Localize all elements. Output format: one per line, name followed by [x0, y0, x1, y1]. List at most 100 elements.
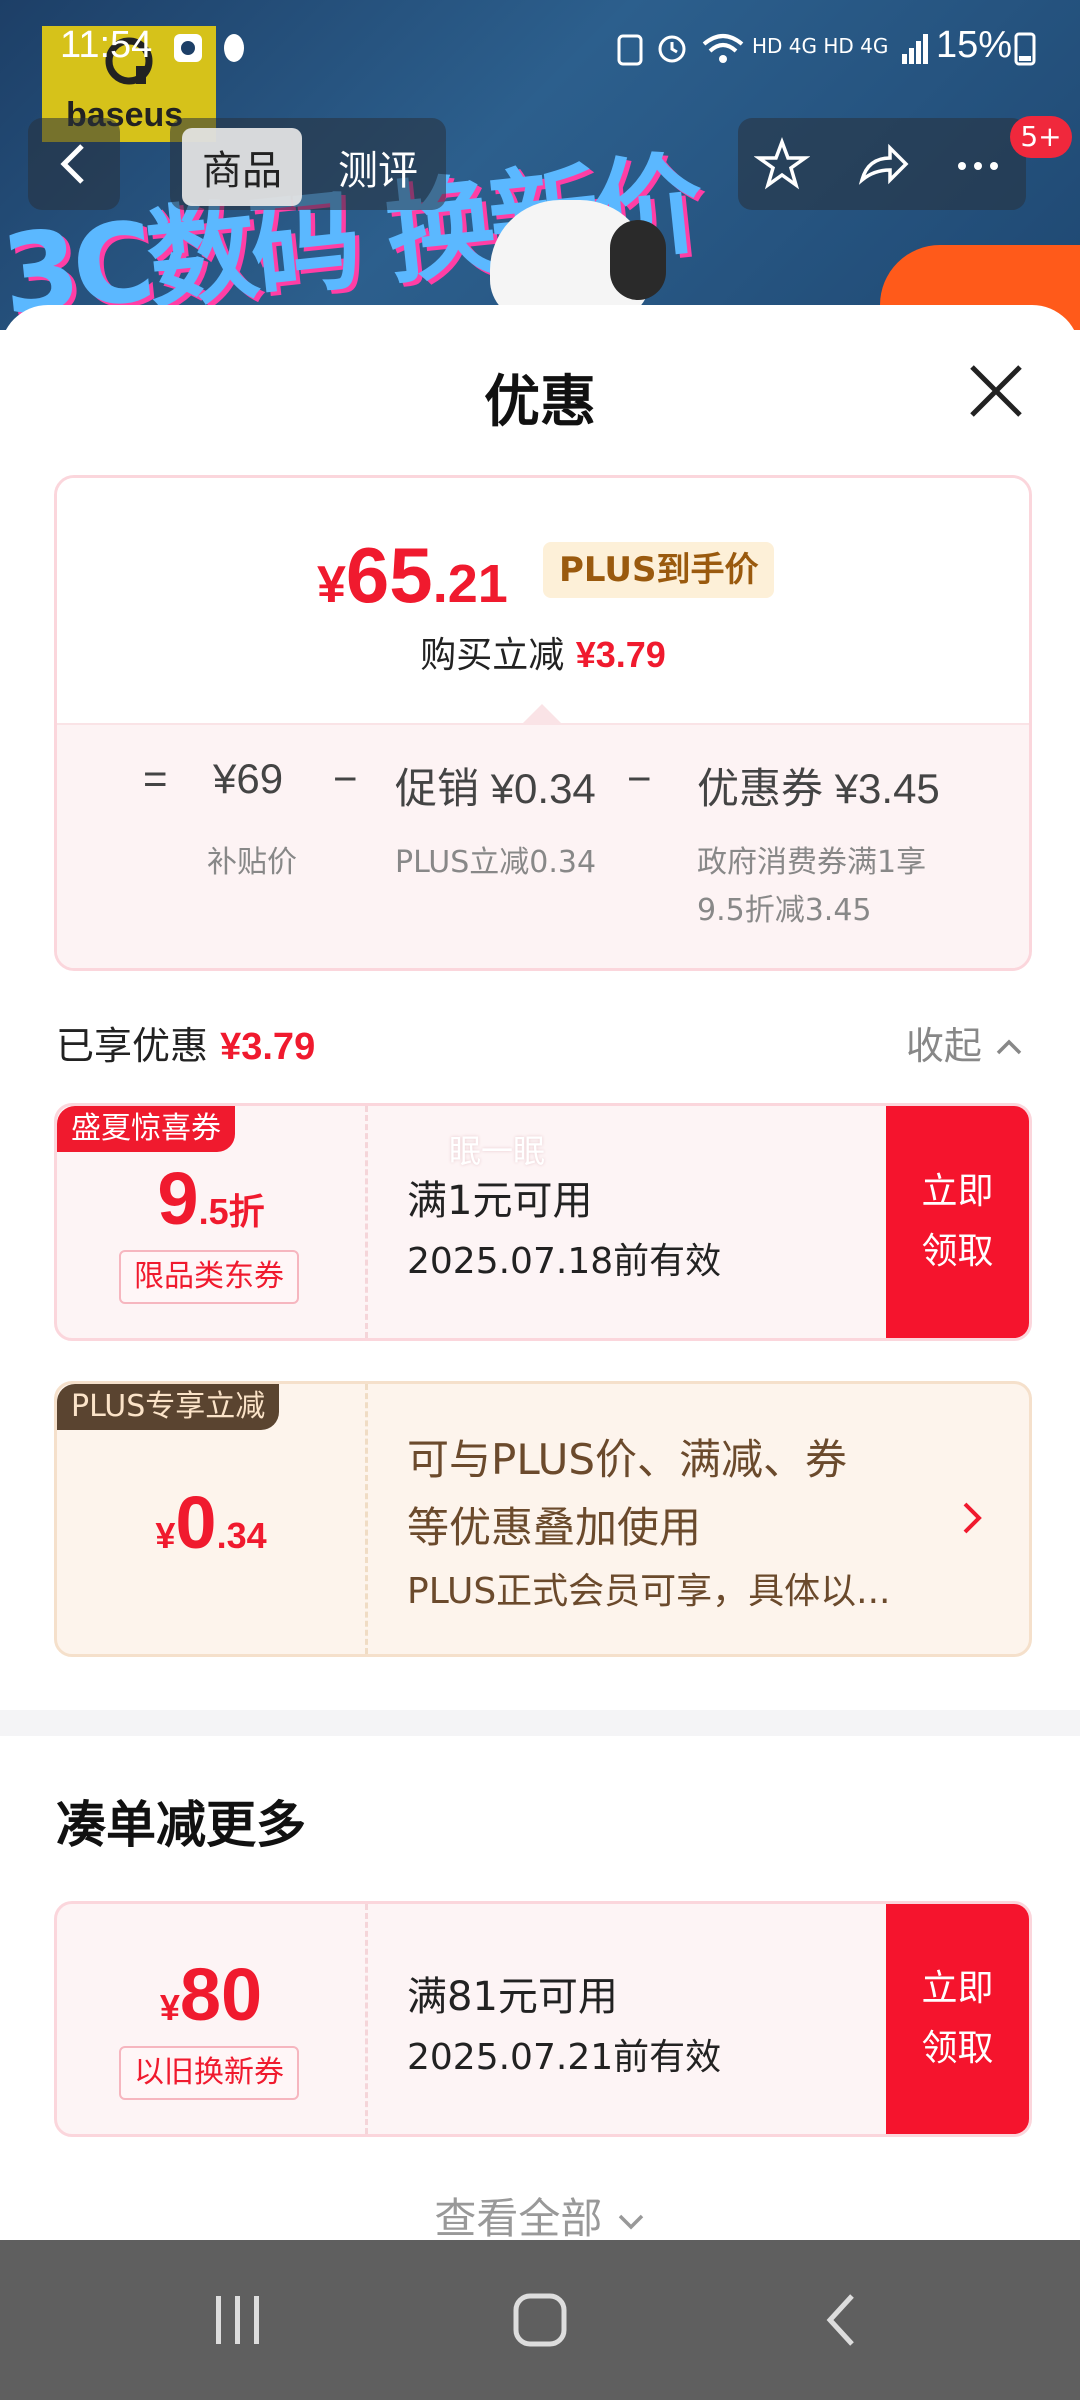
breakdown-coupon: 优惠券 ¥3.45: [697, 755, 940, 816]
breakdown-coupon-value: ¥3.45: [834, 765, 940, 812]
wifi-icon: [702, 34, 744, 63]
price-integer: 65: [345, 531, 433, 619]
view-all-button[interactable]: 查看全部: [0, 2185, 1080, 2246]
breakdown-promo-value: ¥0.34: [490, 765, 596, 812]
favorite-star-icon[interactable]: [754, 136, 810, 192]
breakdown-subsidy-value: ¥69: [213, 755, 284, 802]
battery-icon: [1014, 32, 1036, 66]
header-actions: [738, 118, 1026, 210]
coupon-discount: 9.5折: [57, 1156, 365, 1241]
tab-review[interactable]: 测评: [338, 138, 418, 196]
message-count-badge: 5+: [1010, 116, 1072, 158]
coupon-discount-main: 9: [157, 1157, 199, 1240]
chevron-up-icon: [996, 1039, 1022, 1055]
breakdown-op-equals: =: [143, 755, 168, 802]
trade-in-pill: 以旧换新券: [119, 2046, 299, 2100]
price-summary-top: ¥65.21 PLUS到手价 购买立减 ¥3.79: [57, 478, 1029, 724]
coupon-tag: PLUS专享立减: [57, 1384, 280, 1430]
trade-in-currency: ¥: [159, 1987, 180, 2028]
breakdown-promo-note: PLUS立减0.34: [395, 845, 597, 880]
enjoyed-label: 已享优惠: [56, 1024, 209, 1068]
trade-in-condition: 满81元可用: [407, 1974, 618, 2020]
coupon-divider: [365, 1384, 368, 1654]
instant-reduction-label: 购买立减: [420, 635, 565, 676]
plus-reduction-main: 0: [175, 1481, 217, 1564]
coupon-plus-exclusive[interactable]: PLUS专享立减 ¥0.34 可与PLUS价、满减、券 等优惠叠加使用 PLUS…: [54, 1381, 1032, 1657]
network-indicator: HD 4G HD 4G: [752, 34, 889, 58]
claim-button[interactable]: 立即 领取: [886, 1106, 1029, 1338]
final-price: ¥65.21: [317, 530, 508, 621]
breakdown-coupon-note: 政府消费券满1享: [697, 845, 927, 880]
claim-button-line2: 领取: [921, 1231, 994, 1272]
plus-desc-line2: 等优惠叠加使用: [407, 1503, 702, 1552]
plus-reduction-currency: ¥: [155, 1515, 176, 1556]
back-nav-icon[interactable]: [812, 2290, 872, 2350]
more-options-icon[interactable]: [950, 136, 1006, 192]
notification-app-icon: [174, 34, 202, 62]
alarm-icon: [658, 35, 686, 63]
back-arrow-icon: [60, 144, 84, 184]
coupon-tag: 盛夏惊喜券: [57, 1106, 235, 1152]
chevron-down-icon: [618, 2214, 643, 2230]
earbud-stem-image: [610, 220, 666, 300]
coupon-category-pill: 限品类东券: [119, 1250, 299, 1304]
status-time: 11:54: [60, 24, 153, 66]
coupon-trade-in: ¥80 以旧换新券 满81元可用 2025.07.21前有效 立即 领取: [54, 1901, 1032, 2137]
clipboard-icon: [617, 34, 643, 66]
coupon-discount-sub: .5折: [198, 1191, 265, 1232]
plus-reduction-sub: .34: [216, 1515, 267, 1556]
qq-penguin-icon: [224, 34, 244, 62]
signal-icon: [902, 34, 928, 64]
battery-percent: 15%: [936, 24, 1013, 66]
more-deals-title: 凑单减更多: [56, 1796, 306, 1854]
breakdown-coupon-note-2: 9.5折减3.45: [697, 893, 872, 928]
price-decimal: .21: [432, 554, 508, 614]
collapse-button[interactable]: 收起: [906, 1015, 1024, 1070]
sheet-title: 优惠: [484, 370, 596, 435]
breakdown-op-minus-1: −: [333, 755, 358, 802]
view-all-label: 查看全部: [434, 2194, 603, 2243]
close-icon[interactable]: [960, 355, 1032, 427]
claim-button-line1: 立即: [921, 1171, 994, 1212]
share-icon[interactable]: [854, 136, 910, 192]
enjoyed-amount: ¥3.79: [220, 1026, 316, 1068]
claim-button-line2: 领取: [921, 2028, 994, 2069]
system-nav-bar: [0, 2240, 1080, 2400]
price-summary-card: ¥65.21 PLUS到手价 购买立减 ¥3.79 = ¥69 补贴价 − 促销…: [54, 475, 1032, 971]
coupon-divider: [365, 1904, 368, 2134]
instant-reduction-amount: ¥3.79: [575, 634, 666, 675]
breakdown-coupon-label: 优惠券: [697, 765, 824, 812]
breakdown-caret: [522, 704, 562, 724]
section-divider: [0, 1710, 1080, 1736]
tab-product[interactable]: 商品: [182, 128, 302, 206]
breakdown-op-minus-2: −: [627, 755, 652, 802]
plus-reduction-amount: ¥0.34: [57, 1480, 365, 1565]
status-bar: 11:54 HD 4G HD 4G 15%: [0, 0, 1080, 100]
price-currency: ¥: [317, 556, 346, 614]
coupon-watermark: 眠一眠: [449, 1132, 546, 1170]
breakdown-subsidy-note: 补贴价: [207, 845, 297, 880]
breakdown-promo: 促销 ¥0.34: [395, 755, 596, 816]
collapse-label: 收起: [905, 1024, 982, 1068]
plus-price-tag: PLUS到手价: [543, 542, 775, 598]
home-icon[interactable]: [510, 2290, 570, 2350]
price-breakdown: = ¥69 补贴价 − 促销 ¥0.34 PLUS立减0.34 − 优惠券 ¥3…: [57, 723, 1029, 968]
coupon-divider: [365, 1106, 368, 1338]
plus-desc-line1: 可与PLUS价、满减、券: [407, 1435, 848, 1484]
back-button[interactable]: [28, 118, 120, 210]
instant-reduction: 购买立减 ¥3.79: [57, 626, 1029, 678]
trade-in-expiry: 2025.07.21前有效: [407, 2037, 722, 2078]
trade-in-amount: ¥80: [57, 1952, 365, 2037]
coupon-summer-surprise: 盛夏惊喜券 9.5折 限品类东券 眠一眠 满1元可用 2025.07.18前有效…: [54, 1103, 1032, 1341]
discount-sheet: 优惠 ¥65.21 PLUS到手价 购买立减 ¥3.79 = ¥69 补贴价 −…: [0, 305, 1080, 2243]
breakdown-promo-label: 促销: [395, 765, 480, 812]
header-tabs: 商品 测评: [170, 118, 446, 210]
recent-apps-icon[interactable]: [208, 2290, 268, 2350]
coupon-condition: 满1元可用: [407, 1178, 593, 1224]
claim-button-line1: 立即: [921, 1968, 994, 2009]
trade-in-value: 80: [179, 1953, 263, 2036]
chevron-right-icon: [963, 1502, 982, 1534]
enjoyed-discount: 已享优惠 ¥3.79: [56, 1015, 315, 1070]
claim-button[interactable]: 立即 领取: [886, 1904, 1029, 2134]
plus-desc-line3: PLUS正式会员可享，具体以...: [407, 1571, 891, 1612]
